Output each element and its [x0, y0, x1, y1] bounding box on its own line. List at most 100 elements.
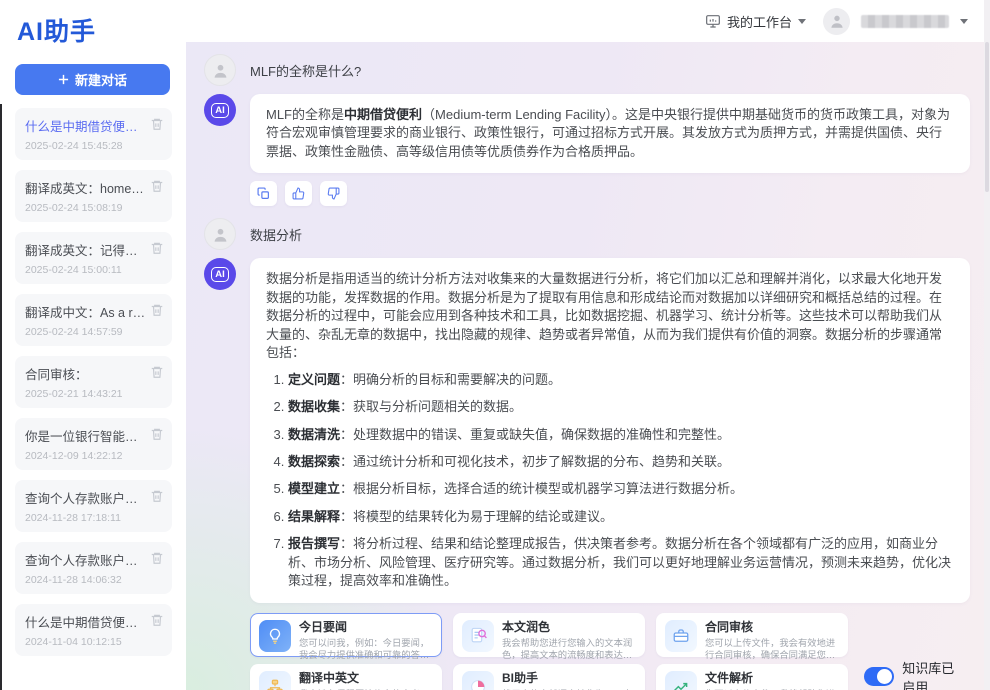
- conversation-title: 查询个人存款账户的最新...: [25, 488, 146, 507]
- conversation-item[interactable]: 翻译成中文：As a reader... 2025-02-24 14:57:59: [15, 294, 172, 346]
- step-desc: ：通过统计分析和可视化技术，初步了解数据的分布、趋势和关联。: [340, 454, 730, 469]
- quick-card-file-parse[interactable]: 文件解析 您可以上传文件，我将帮助您进行如数据处理、信息检索、自动化办公等。: [656, 664, 848, 690]
- delete-icon[interactable]: [150, 303, 164, 317]
- delete-icon[interactable]: [150, 551, 164, 565]
- step-term: 报告撰写: [288, 536, 340, 551]
- conversation-item[interactable]: 你是一位银行智能客服，... 2024-12-09 14:22:12: [15, 418, 172, 470]
- conversation-item[interactable]: 查询个人存款账户的最新... 2024-11-28 14:06:32: [15, 542, 172, 594]
- delete-icon[interactable]: [150, 117, 164, 131]
- conversation-title: 翻译成英文：记得刚开始...: [25, 240, 146, 259]
- app-logo: AI助手: [17, 12, 172, 48]
- conversation-item[interactable]: 合同审核： 2025-02-21 14:43:21: [15, 356, 172, 408]
- conversation-title: 什么是中期借贷便利...: [25, 116, 146, 135]
- quick-card-translate[interactable]: 翻译中英文 我会旨在保留原始信息的含义、语气和风格，以确保翻译的准确性和自然流畅…: [250, 664, 442, 690]
- quick-card-desc: 您可以上传文件，我会有效地进行合同审核，确保合同满足您的业务需求。: [705, 637, 839, 662]
- step-desc: ：根据分析目标，选择合适的统计模型或机器学习算法进行数据分析。: [340, 481, 743, 496]
- main-panel: 我的工作台 MLF的全称是什么? AI MLF的全称是中期借贷便利（M: [186, 0, 990, 690]
- workbench-menu[interactable]: 我的工作台: [705, 12, 806, 31]
- new-chat-label: 新建对话: [75, 70, 127, 89]
- conversation-title: 翻译成英文：home home: [25, 178, 146, 197]
- step-desc: ：处理数据中的错误、重复或缺失值，确保数据的准确性和完整性。: [340, 427, 730, 442]
- delete-icon[interactable]: [150, 179, 164, 193]
- answer-text: MLF的全称是: [266, 107, 344, 122]
- step-item: 数据收集：获取与分析问题相关的数据。: [288, 398, 954, 416]
- conversation-item[interactable]: 翻译成英文：home home 2025-02-24 15:08:19: [15, 170, 172, 222]
- chart-up-icon: [665, 671, 697, 690]
- conversation-item[interactable]: 翻译成英文：记得刚开始... 2025-02-24 15:00:11: [15, 232, 172, 284]
- quick-card-polish[interactable]: 本文润色 我会帮助您进行您输入的文本润色，提高文本的流畅度和表达效果。: [453, 613, 645, 657]
- quick-card-news[interactable]: 今日要闻 您可以问我，例如：今日要闻，我会尽力提供准确和可靠的答案。: [250, 613, 442, 657]
- copy-button[interactable]: [250, 181, 277, 206]
- person-icon: [211, 225, 230, 244]
- answer-bold: 中期借贷便利: [344, 107, 422, 122]
- new-chat-button[interactable]: 新建对话: [15, 64, 170, 95]
- step-item: 模型建立：根据分析目标，选择合适的统计模型或机器学习算法进行数据分析。: [288, 480, 954, 498]
- step-desc: ：明确分析的目标和需要解决的问题。: [340, 372, 561, 387]
- user-message-row: MLF的全称是什么?: [204, 54, 970, 86]
- step-desc: ：将分析过程、结果和结论整理成报告，供决策者参考。数据分析在各个领域都有广泛的应…: [288, 536, 951, 588]
- conversation-list: 什么是中期借贷便利... 2025-02-24 15:45:28 翻译成英文：h…: [15, 108, 172, 656]
- conversation-title: 合同审核：: [25, 364, 146, 383]
- conversation-time: 2024-11-28 14:06:32: [25, 574, 146, 586]
- thumbs-down-icon: [327, 187, 340, 200]
- step-item: 数据探索：通过统计分析和可视化技术，初步了解数据的分布、趋势和关联。: [288, 453, 954, 471]
- delete-icon[interactable]: [150, 613, 164, 627]
- thumbs-up-button[interactable]: [285, 181, 312, 206]
- ai-badge: AI: [211, 267, 229, 282]
- quick-card-desc: 您可以问我，例如：今日要闻，我会尽力提供准确和可靠的答案。: [299, 637, 433, 662]
- answer-intro: 数据分析是指用适当的统计分析方法对收集来的大量数据进行分析，将它们加以汇总和理解…: [266, 271, 942, 360]
- quick-card-title: BI助手: [502, 671, 636, 686]
- user-message-row: 数据分析: [204, 218, 970, 250]
- chat-area: MLF的全称是什么? AI MLF的全称是中期借贷便利（Medium-term …: [186, 42, 990, 690]
- ai-avatar: AI: [204, 94, 236, 126]
- workbench-label: 我的工作台: [727, 12, 792, 31]
- step-desc: ：将模型的结果转化为易于理解的结论或建议。: [340, 509, 613, 524]
- step-term: 数据清洗: [288, 427, 340, 442]
- quick-card-contract[interactable]: 合同审核 您可以上传文件，我会有效地进行合同审核，确保合同满足您的业务需求。: [656, 613, 848, 657]
- conversation-title: 查询个人存款账户的最新...: [25, 550, 146, 569]
- conversation-title: 什么是中期借贷便利...: [25, 612, 146, 631]
- quick-card-title: 今日要闻: [299, 620, 433, 635]
- person-icon: [211, 61, 230, 80]
- user-avatar: [204, 218, 236, 250]
- lightbulb-icon: [259, 620, 291, 652]
- delete-icon[interactable]: [150, 489, 164, 503]
- avatar[interactable]: [823, 8, 850, 35]
- doc-search-icon: [462, 620, 494, 652]
- translate-flow-icon: [259, 671, 291, 690]
- step-item: 定义问题：明确分析的目标和需要解决的问题。: [288, 371, 954, 389]
- knowledge-base-toggle[interactable]: [864, 667, 894, 686]
- chevron-down-icon[interactable]: [960, 19, 968, 24]
- knowledge-base-label: 知识库已启用: [902, 658, 966, 690]
- quick-card-desc: 我会帮助您进行您输入的文本润色，提高文本的流畅度和表达效果。: [502, 637, 636, 662]
- sidebar: AI助手 新建对话 什么是中期借贷便利... 2025-02-24 15:45:…: [0, 0, 186, 690]
- ai-message: MLF的全称是中期借贷便利（Medium-term Lending Facili…: [250, 94, 970, 173]
- delete-icon[interactable]: [150, 427, 164, 441]
- conversation-time: 2025-02-24 15:45:28: [25, 140, 146, 152]
- step-term: 数据探索: [288, 454, 340, 469]
- conversation-time: 2025-02-24 15:08:19: [25, 202, 146, 214]
- quick-card-title: 翻译中英文: [299, 671, 433, 686]
- delete-icon[interactable]: [150, 241, 164, 255]
- step-desc: ：获取与分析问题相关的数据。: [340, 399, 522, 414]
- step-item: 数据清洗：处理数据中的错误、重复或缺失值，确保数据的准确性和完整性。: [288, 426, 954, 444]
- conversation-item[interactable]: 什么是中期借贷便利... 2025-02-24 15:45:28: [15, 108, 172, 160]
- scrollbar-thumb[interactable]: [985, 42, 989, 192]
- conversation-item[interactable]: 查询个人存款账户的最新... 2024-11-28 17:18:11: [15, 480, 172, 532]
- quick-card-bi[interactable]: BI助手 将用户的自然语言转化为SQL查询语句，并直接与数据库进行交互，返回智能…: [453, 664, 645, 690]
- ai-avatar: AI: [204, 258, 236, 290]
- person-icon: [828, 12, 846, 30]
- delete-icon[interactable]: [150, 365, 164, 379]
- toggle-knob: [877, 669, 892, 684]
- scrollbar[interactable]: [984, 0, 990, 690]
- conversation-time: 2025-02-24 15:00:11: [25, 264, 146, 276]
- ai-message-row: AI MLF的全称是中期借贷便利（Medium-term Lending Fac…: [204, 94, 970, 173]
- thumbs-down-button[interactable]: [320, 181, 347, 206]
- quick-card-title: 文件解析: [705, 671, 839, 686]
- conversation-item[interactable]: 什么是中期借贷便利... 2024-11-04 10:12:15: [15, 604, 172, 656]
- copy-icon: [257, 187, 270, 200]
- quick-card-area: 今日要闻 您可以问我，例如：今日要闻，我会尽力提供准确和可靠的答案。 本文润色 …: [250, 613, 970, 690]
- plus-icon: [58, 74, 69, 85]
- quick-card-grid: 今日要闻 您可以问我，例如：今日要闻，我会尽力提供准确和可靠的答案。 本文润色 …: [250, 613, 848, 690]
- pie-chart-icon: [462, 671, 494, 690]
